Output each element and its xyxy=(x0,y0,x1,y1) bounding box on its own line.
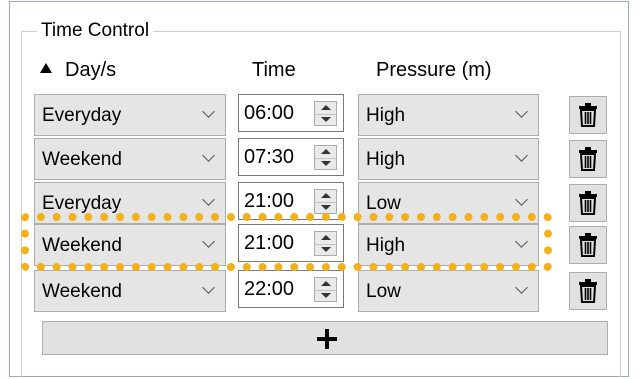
time-input-row-1[interactable]: 06:00 xyxy=(238,94,344,132)
delete-row-button-2[interactable] xyxy=(569,140,607,178)
trash-icon xyxy=(579,279,597,303)
trash-icon xyxy=(579,191,597,215)
time-input-row-4[interactable]: 21:00 xyxy=(238,224,344,262)
pressure-select-value: High xyxy=(366,149,406,170)
time-input-row-2[interactable]: 07:30 xyxy=(238,138,344,176)
pressure-select-value: High xyxy=(366,235,406,256)
time-value: 07:30 xyxy=(244,146,295,168)
chevron-down-icon xyxy=(515,193,528,206)
column-header-time: Time xyxy=(252,59,296,81)
spin-down-icon[interactable] xyxy=(315,244,336,256)
time-value: 22:00 xyxy=(244,278,295,300)
day-select-row-1[interactable]: Everyday xyxy=(34,94,226,136)
pressure-select-value: High xyxy=(366,105,406,126)
group-title: Time Control xyxy=(37,20,154,42)
sort-up-icon[interactable] xyxy=(40,63,52,73)
delete-row-button-1[interactable] xyxy=(569,96,607,134)
pressure-select-row-2[interactable]: High xyxy=(358,138,539,180)
chevron-down-icon xyxy=(515,149,528,162)
chevron-down-icon xyxy=(202,281,215,294)
trash-icon xyxy=(579,147,597,171)
chevron-down-icon xyxy=(202,193,215,206)
trash-icon xyxy=(579,233,597,257)
time-input-row-3[interactable]: 21:00 xyxy=(238,182,344,220)
time-value: 21:00 xyxy=(244,232,295,254)
add-row-button[interactable] xyxy=(42,321,608,355)
column-header-day[interactable]: Day/s xyxy=(65,58,116,82)
time-spinner[interactable] xyxy=(314,231,337,256)
trash-icon xyxy=(579,103,597,127)
day-select-value: Weekend xyxy=(42,235,122,256)
day-select-value: Everyday xyxy=(42,105,122,126)
pressure-select-row-1[interactable]: High xyxy=(358,94,539,136)
spin-down-icon[interactable] xyxy=(315,202,336,214)
pressure-select-row-5[interactable]: Low xyxy=(358,270,539,312)
time-input-row-5[interactable]: 22:00 xyxy=(238,270,344,308)
chevron-down-icon xyxy=(515,105,528,118)
time-spinner[interactable] xyxy=(314,145,337,170)
delete-row-button-3[interactable] xyxy=(569,184,607,222)
day-select-value: Weekend xyxy=(42,149,122,170)
day-select-row-4[interactable]: Weekend xyxy=(34,224,226,266)
chevron-down-icon xyxy=(202,105,215,118)
chevron-down-icon xyxy=(202,149,215,162)
pressure-select-row-4[interactable]: High xyxy=(358,224,539,266)
spin-down-icon[interactable] xyxy=(315,290,336,302)
time-spinner[interactable] xyxy=(314,277,337,302)
time-value: 06:00 xyxy=(244,102,295,124)
time-value: 21:00 xyxy=(244,190,295,212)
day-select-row-3[interactable]: Everyday xyxy=(34,182,226,224)
chevron-down-icon xyxy=(202,235,215,248)
chevron-down-icon xyxy=(515,235,528,248)
time-spinner[interactable] xyxy=(314,189,337,214)
day-select-value: Weekend xyxy=(42,281,122,302)
plus-icon xyxy=(325,329,329,349)
chevron-down-icon xyxy=(515,281,528,294)
delete-row-button-4[interactable] xyxy=(569,226,607,264)
day-select-row-2[interactable]: Weekend xyxy=(34,138,226,180)
day-select-row-5[interactable]: Weekend xyxy=(34,270,226,312)
pressure-select-value: Low xyxy=(366,193,401,214)
pressure-select-value: Low xyxy=(366,281,401,302)
spin-down-icon[interactable] xyxy=(315,114,336,126)
time-spinner[interactable] xyxy=(314,101,337,126)
spin-down-icon[interactable] xyxy=(315,158,336,170)
column-header-pressure: Pressure (m) xyxy=(376,59,492,81)
pressure-select-row-3[interactable]: Low xyxy=(358,182,539,224)
delete-row-button-5[interactable] xyxy=(569,272,607,310)
day-select-value: Everyday xyxy=(42,193,122,214)
